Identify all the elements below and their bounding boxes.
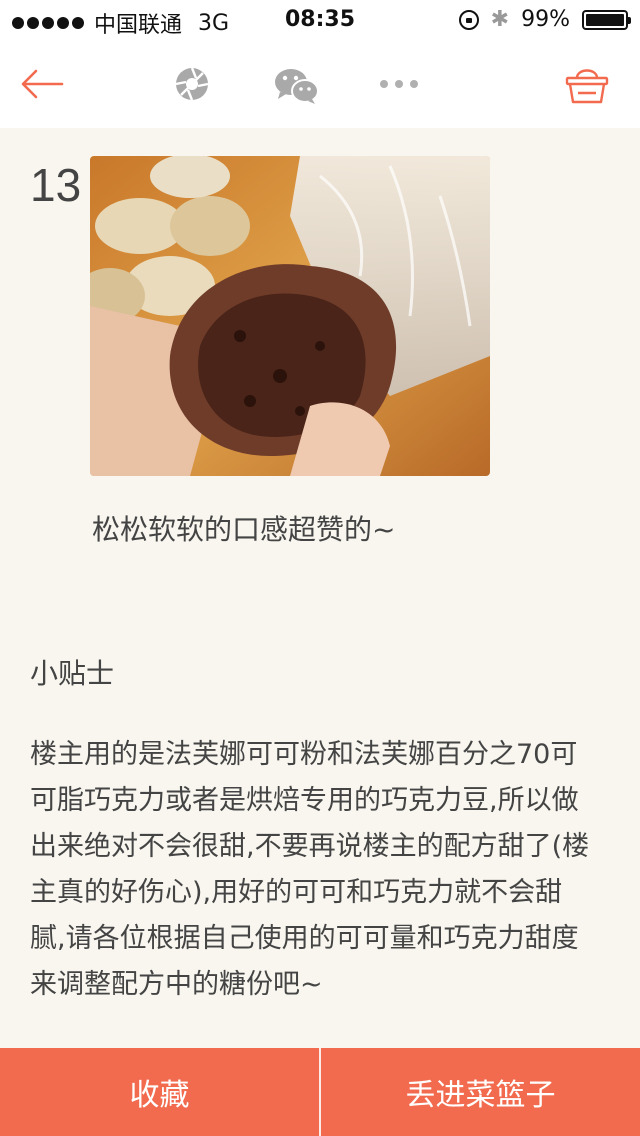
back-button[interactable] bbox=[20, 64, 64, 104]
basket-icon bbox=[565, 69, 609, 104]
status-bar: 中国联通 3G 08:35 ✱ 99% bbox=[0, 0, 640, 40]
add-to-basket-button[interactable]: 丢进菜篮子 bbox=[321, 1048, 640, 1136]
wechat-icon bbox=[275, 69, 319, 104]
step-caption: 松松软软的口感超赞的~ bbox=[92, 513, 396, 546]
tips-line: 主真的好伤心),用好的可可和巧克力就不会甜 bbox=[30, 877, 563, 908]
arrow-left-icon bbox=[21, 69, 64, 99]
more-dot bbox=[380, 80, 388, 88]
tips-line: 出来绝对不会很甜,不要再说楼主的配方甜了(楼 bbox=[30, 831, 590, 862]
tips-line: 楼主用的是法芙娜可可粉和法芙娜百分之70可 bbox=[30, 739, 578, 770]
battery-percent: 99% bbox=[521, 7, 570, 32]
more-dot bbox=[395, 80, 403, 88]
favorite-button[interactable]: 收藏 bbox=[0, 1048, 319, 1136]
tips-line: 来调整配方中的糖份吧~ bbox=[30, 969, 323, 1000]
tips-body: 楼主用的是法芙娜可可粉和法芙娜百分之70可 可脂巧克力或者是烘焙专用的巧克力豆,… bbox=[30, 732, 612, 1008]
cookie-photo-illustration bbox=[90, 156, 490, 476]
more-button[interactable] bbox=[380, 74, 420, 94]
tips-line: 腻,请各位根据自己使用的可可量和巧克力甜度 bbox=[30, 923, 579, 954]
more-dot bbox=[410, 80, 418, 88]
tips-heading: 小贴士 bbox=[30, 657, 115, 690]
rotation-lock-icon bbox=[458, 9, 479, 30]
nav-bar bbox=[0, 40, 640, 128]
share-wechat-button[interactable] bbox=[274, 66, 320, 106]
step-number: 13 bbox=[30, 159, 82, 211]
bottom-action-bar: 收藏 丢进菜篮子 bbox=[0, 1048, 640, 1136]
status-right: ✱ 99% bbox=[458, 7, 631, 32]
step-photo bbox=[90, 156, 490, 476]
bluetooth-icon: ✱ bbox=[490, 7, 510, 32]
camera-aperture-icon bbox=[175, 67, 209, 101]
basket-button[interactable] bbox=[564, 62, 610, 108]
battery-icon bbox=[582, 9, 631, 30]
share-moments-button[interactable] bbox=[174, 66, 210, 102]
tips-line: 可脂巧克力或者是烘焙专用的巧克力豆,所以做 bbox=[30, 785, 579, 816]
